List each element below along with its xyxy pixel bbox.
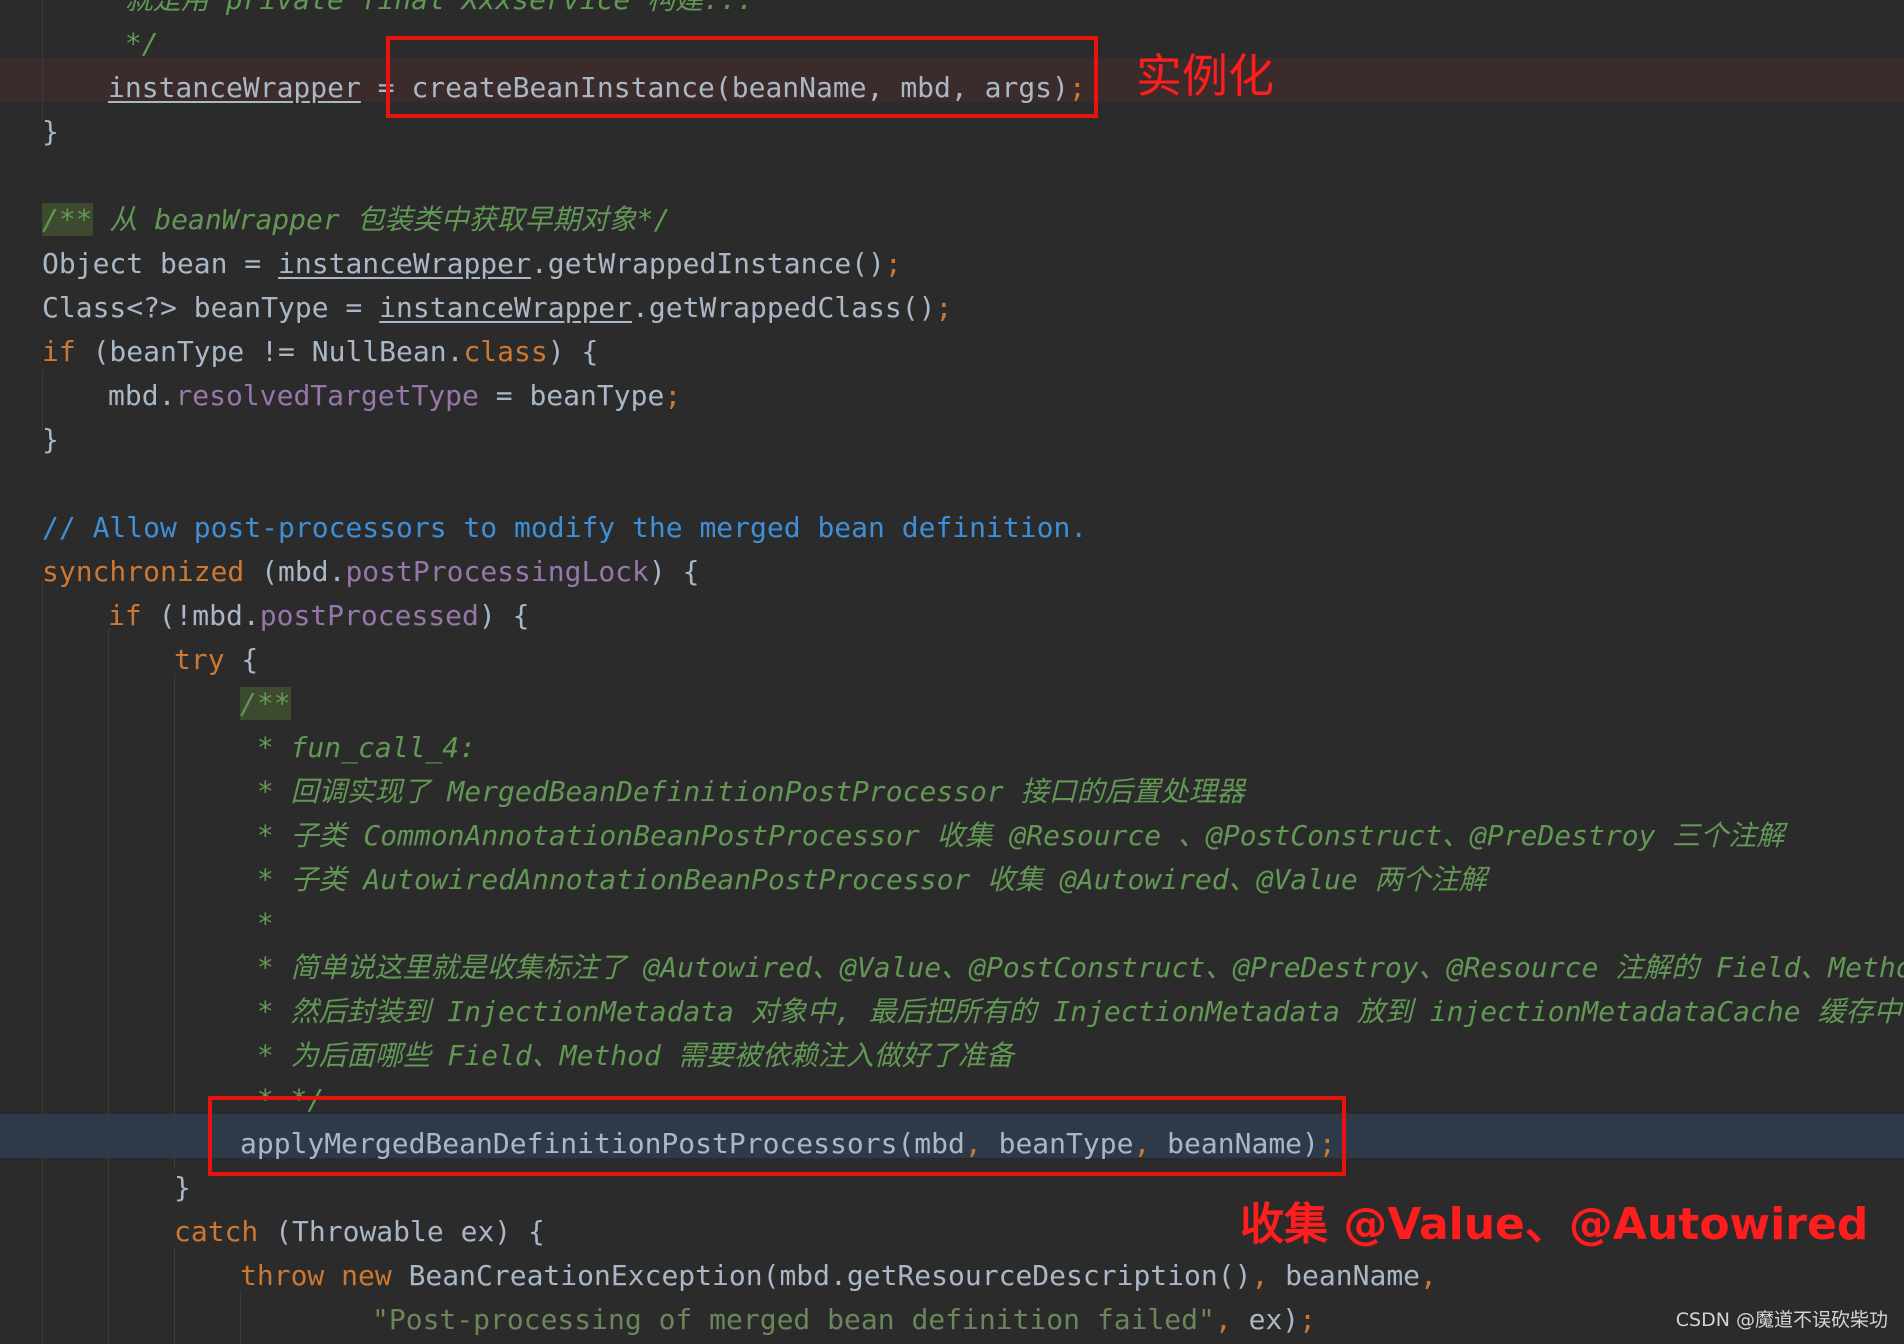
code-token: catch (174, 1215, 259, 1248)
code-line: Class<?> beanType = instanceWrapper.getW… (42, 286, 952, 330)
code-token: * 简单说这里就是收集标注了 @Autowired、@Value、@PostCo… (240, 951, 1904, 984)
code-token: mbd. (108, 379, 176, 412)
code-token: * fun_call_4: (240, 731, 477, 764)
code-line: try { (174, 638, 258, 682)
code-token: if (42, 335, 76, 368)
code-line: } (174, 1166, 191, 1210)
code-token: * 子类 AutowiredAnnotationBeanPostProcesso… (240, 863, 1487, 896)
code-token: ) { (478, 599, 530, 632)
code-token: /** (240, 687, 291, 720)
code-token: } (42, 423, 59, 456)
code-token: resolvedTargetType (175, 379, 479, 412)
code-line: } (42, 418, 59, 462)
code-token: */ (108, 27, 159, 60)
code-line: * 然后封装到 InjectionMetadata 对象中, 最后把所有的 In… (240, 990, 1902, 1034)
instantiation-highlight-box (386, 36, 1098, 118)
code-line: * 为后面哪些 Field、Method 需要被依赖注入做好了准备 (240, 1034, 1014, 1078)
code-token: /** (42, 203, 93, 236)
code-line: * (240, 902, 274, 946)
code-line: * 子类 CommonAnnotationBeanPostProcessor 收… (240, 814, 1784, 858)
code-token: class (463, 335, 548, 368)
code-token: postProcessingLock (345, 555, 649, 588)
code-token: throw new (240, 1259, 392, 1292)
code-token: 就是用 private final Xxxservice 构建... (108, 0, 754, 16)
code-token: * 回调实现了 MergedBeanDefinitionPostProcesso… (240, 775, 1245, 808)
code-token: if (108, 599, 142, 632)
code-token: ex) (1231, 1303, 1300, 1336)
indent-guide (240, 1290, 241, 1344)
code-token: (beanType != NullBean. (75, 335, 464, 368)
code-token: } (174, 1171, 191, 1204)
code-line: Object bean = instanceWrapper.getWrapped… (42, 242, 902, 286)
code-token: .getWrappedInstance() (530, 247, 885, 280)
code-token: * 为后面哪些 Field、Method 需要被依赖注入做好了准备 (240, 1039, 1014, 1072)
code-token: (!mbd. (141, 599, 260, 632)
indent-guide (42, 0, 43, 122)
code-token: // Allow post-processors to modify the m… (42, 511, 1088, 544)
code-token: postProcessed (259, 599, 479, 632)
code-token: BeanCreationException(mbd.getResourceDes… (391, 1259, 1252, 1292)
indent-guide (108, 628, 109, 1344)
code-token: = beanType (478, 379, 665, 412)
code-line: */ (108, 22, 159, 66)
code-line: if (!mbd.postProcessed) { (108, 594, 529, 638)
code-line: 就是用 private final Xxxservice 构建... (108, 0, 754, 22)
code-token: 从 beanWrapper 包装类中获取早期对象*/ (92, 203, 671, 236)
code-token: , (1214, 1303, 1232, 1336)
code-line: throw new BeanCreationException(mbd.getR… (240, 1254, 1437, 1298)
code-token: ; (664, 379, 682, 412)
code-token: ) { (547, 335, 599, 368)
code-line: * 子类 AutowiredAnnotationBeanPostProcesso… (240, 858, 1487, 902)
indent-guide (42, 580, 43, 1344)
code-token: beanName (1268, 1259, 1421, 1292)
code-line: } (42, 110, 59, 154)
code-token: , (1251, 1259, 1269, 1292)
code-token: ; (935, 291, 953, 324)
postprocessor-highlight-box (208, 1096, 1346, 1176)
code-line: synchronized (mbd.postProcessingLock) { (42, 550, 699, 594)
code-token: * (240, 907, 274, 940)
code-editor[interactable]: 就是用 private final Xxxservice 构建... */ ins… (0, 0, 1904, 1344)
code-line: * fun_call_4: (240, 726, 476, 770)
code-token: { (224, 643, 259, 676)
csdn-watermark: CSDN @魔道不误砍柴功 (1675, 1309, 1888, 1331)
code-token: Class<?> beanType = (42, 291, 380, 324)
code-line: if (beanType != NullBean.class) { (42, 330, 598, 374)
indent-guide (174, 674, 175, 1168)
code-token: ) { (648, 555, 700, 588)
code-line: * 回调实现了 MergedBeanDefinitionPostProcesso… (240, 770, 1245, 814)
code-line: mbd.resolvedTargetType = beanType; (108, 374, 681, 418)
code-token: Object bean = (42, 247, 279, 280)
code-line: "Post-processing of merged bean definiti… (372, 1298, 1316, 1342)
code-line: catch (Throwable ex) { (174, 1210, 545, 1254)
code-token: } (42, 115, 59, 148)
code-line: * 简单说这里就是收集标注了 @Autowired、@Value、@PostCo… (240, 946, 1904, 990)
code-token: "Post-processing of merged bean definiti… (372, 1303, 1215, 1336)
collect-annotations-label: 收集 @Value、@Autowired (1240, 1199, 1869, 1250)
code-line: // Allow post-processors to modify the m… (42, 506, 1087, 550)
code-token: instanceWrapper (379, 291, 633, 324)
indent-guide (174, 1246, 175, 1344)
code-line: /** 从 beanWrapper 包装类中获取早期对象*/ (42, 198, 670, 242)
code-token: synchronized (42, 555, 245, 588)
code-token: instanceWrapper (108, 71, 361, 104)
code-token: .getWrappedClass() (632, 291, 936, 324)
code-token: ; (1299, 1303, 1317, 1336)
code-token: try (174, 643, 225, 676)
code-token: instanceWrapper (278, 247, 531, 280)
code-token: , (1420, 1259, 1437, 1292)
code-line: /** (240, 682, 291, 726)
code-token: (mbd. (244, 555, 346, 588)
code-token: ; (884, 247, 902, 280)
code-token: * 然后封装到 InjectionMetadata 对象中, 最后把所有的 In… (240, 995, 1902, 1028)
code-token: * 子类 CommonAnnotationBeanPostProcessor 收… (240, 819, 1785, 852)
code-token: (Throwable ex) { (258, 1215, 545, 1248)
instantiation-label: 实例化 (1136, 49, 1274, 103)
